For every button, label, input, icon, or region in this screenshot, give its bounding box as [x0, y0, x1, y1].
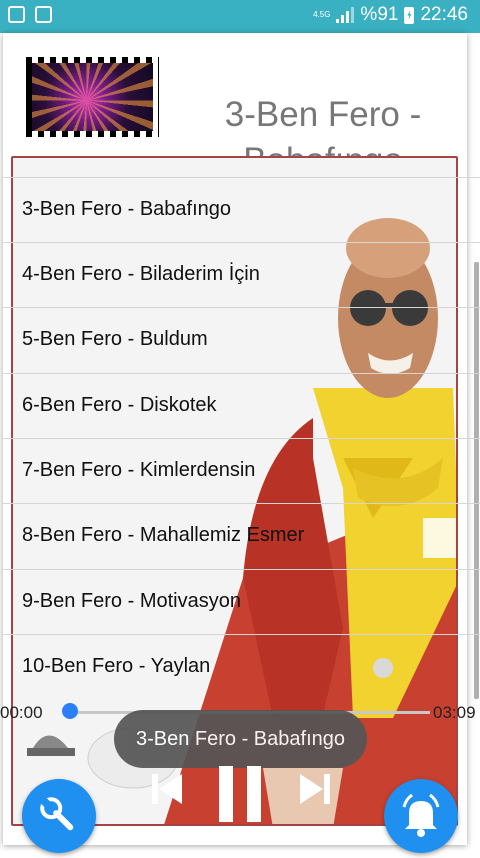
- playlist-item[interactable]: 8-Ben Fero - Mahallemiz Esmer: [2, 503, 480, 568]
- skip-next-icon: [300, 774, 330, 804]
- playlist-item-label: 4-Ben Fero - Biladerim İçin: [22, 263, 260, 285]
- notification-icons: [8, 6, 52, 23]
- album-thumbnail[interactable]: [26, 57, 159, 137]
- next-button[interactable]: [298, 774, 330, 809]
- playlist-item-label: 7-Ben Fero - Kimlerdensin: [22, 459, 256, 481]
- album-art: [32, 63, 153, 131]
- alarm-fab[interactable]: [384, 779, 458, 853]
- playlist-item[interactable]: 4-Ben Fero - Biladerim İçin: [2, 242, 480, 307]
- pause-icon: [219, 766, 261, 822]
- playlist-item-label: 10-Ben Fero - Yaylan: [22, 655, 211, 677]
- system-status: 4.5G %91 22:46: [313, 4, 468, 26]
- playlist-item-label: 3-Ben Fero - Babafıngo: [22, 198, 232, 220]
- bell-icon: [402, 793, 440, 837]
- status-bar: 4.5G %91 22:46: [0, 0, 480, 33]
- clock: 22:46: [420, 4, 468, 25]
- playlist-item[interactable]: 6-Ben Fero - Diskotek: [2, 373, 480, 438]
- playlist-item[interactable]: 7-Ben Fero - Kimlerdensin: [2, 438, 480, 503]
- notification-icon: [8, 6, 25, 23]
- seek-thumb[interactable]: [62, 703, 78, 719]
- playlist-item-label: 5-Ben Fero - Buldum: [22, 328, 208, 350]
- playlist-item[interactable]: 5-Ben Fero - Buldum: [2, 307, 480, 372]
- pause-button[interactable]: [219, 766, 261, 827]
- wrench-icon: [39, 796, 74, 831]
- battery-level: %91: [360, 4, 399, 25]
- playlist-item-label: 9-Ben Fero - Motivasyon: [22, 590, 241, 612]
- total-duration: 03:09: [433, 703, 476, 722]
- skip-previous-icon: [152, 774, 182, 804]
- now-playing-toast: 3-Ben Fero - Babafıngo: [114, 710, 367, 768]
- playlist-item[interactable]: 3-Ben Fero - Babafıngo: [2, 177, 480, 242]
- playlist-item[interactable]: 10-Ben Fero - Yaylan: [2, 634, 480, 699]
- elapsed-time: 00:00: [0, 703, 43, 722]
- signal-icon: [336, 7, 355, 23]
- settings-fab[interactable]: [22, 779, 96, 853]
- battery-icon: [404, 6, 415, 24]
- previous-button[interactable]: [152, 774, 184, 809]
- playlist-item-label: 8-Ben Fero - Mahallemiz Esmer: [22, 524, 305, 546]
- network-type: 4.5G: [313, 10, 331, 19]
- playlist-item[interactable]: 9-Ben Fero - Motivasyon: [2, 569, 480, 634]
- playlist-item-label: 6-Ben Fero - Diskotek: [22, 394, 217, 416]
- message-icon: [35, 6, 52, 23]
